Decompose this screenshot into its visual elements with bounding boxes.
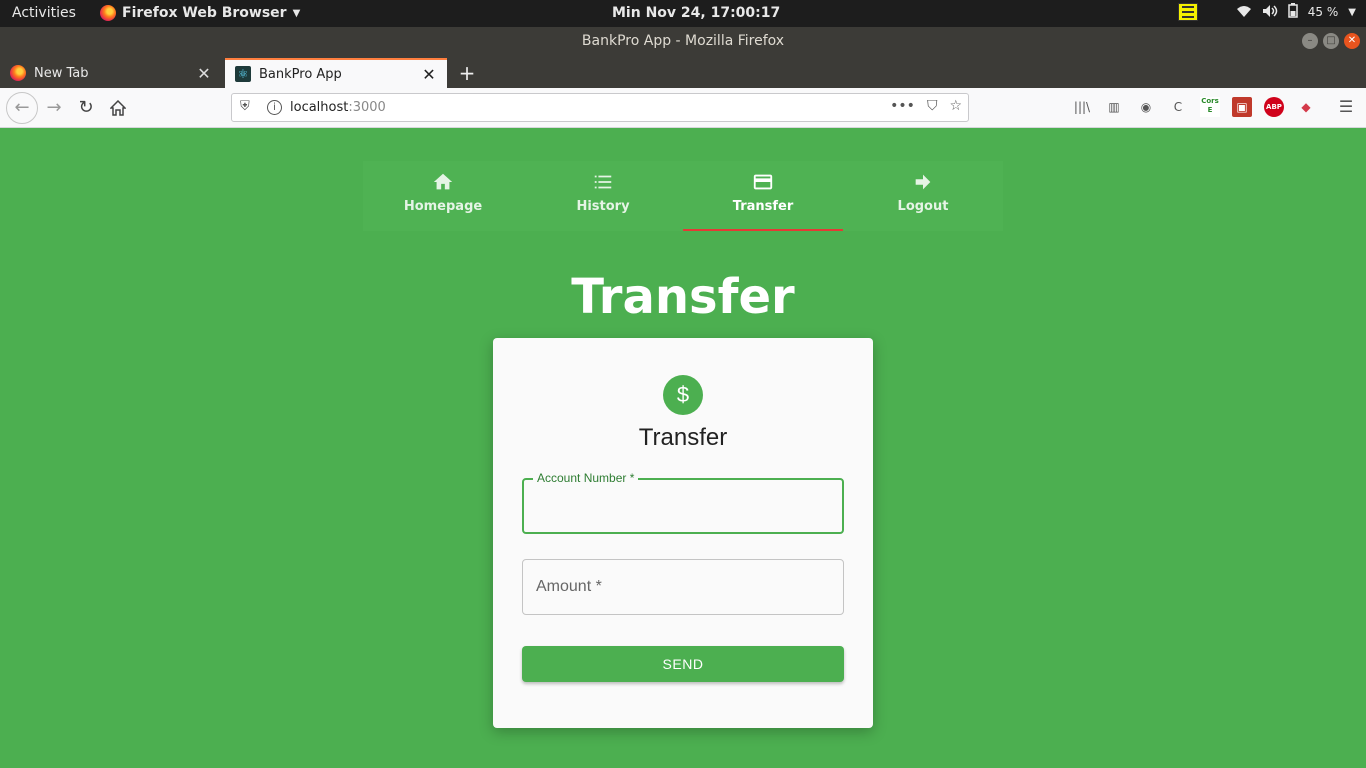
url-text[interactable]: localhost:3000: [290, 100, 386, 115]
system-top-bar: Activities Firefox Web Browser ▼ Min Nov…: [0, 0, 1366, 27]
account-icon[interactable]: ◉: [1136, 97, 1156, 117]
list-icon: [594, 175, 612, 189]
library-icon[interactable]: |||\: [1072, 97, 1092, 117]
reload-icon[interactable]: ↻: [74, 96, 98, 120]
window-title: BankPro App - Mozilla Firefox: [581, 33, 785, 49]
browser-toolbar: ← → ↻ ⛨ i localhost:3000 ••• ⛉ ☆ |||\ ▥ …: [0, 88, 1366, 128]
nav-item-transfer[interactable]: Transfer: [683, 161, 843, 231]
pocket-icon[interactable]: ⛉: [927, 98, 938, 114]
nav-item-logout[interactable]: Logout: [843, 161, 1003, 231]
eraser-icon[interactable]: ◆: [1296, 97, 1316, 117]
more-actions-icon[interactable]: •••: [890, 98, 915, 114]
back-arrow-icon[interactable]: ←: [6, 92, 38, 124]
url-bar[interactable]: ⛨ i localhost:3000 ••• ⛉ ☆: [231, 93, 969, 122]
transfer-form-card: $ Transfer Account Number * Amount * SEN…: [493, 338, 873, 728]
nav-item-label: Homepage: [403, 199, 483, 214]
amount-field[interactable]: Amount *: [522, 559, 844, 615]
page-title: Transfer: [571, 269, 795, 325]
app-menu-label: Firefox Web Browser: [122, 5, 287, 21]
sidebar-icon[interactable]: ▥: [1104, 97, 1124, 117]
send-button[interactable]: SEND: [522, 646, 844, 682]
adblock-icon[interactable]: ABP: [1264, 97, 1284, 117]
volume-icon: [1262, 4, 1278, 21]
minimize-icon[interactable]: –: [1302, 33, 1318, 49]
site-info-icon[interactable]: i: [267, 100, 282, 115]
hamburger-menu-icon[interactable]: ☰: [1336, 97, 1356, 117]
page-content: Homepage History Transfer Logout Transfe…: [0, 129, 1366, 768]
tracking-shield-icon[interactable]: ⛨: [240, 99, 250, 114]
battery-percent: 45 %: [1307, 5, 1339, 19]
credit-card-icon: [753, 174, 773, 190]
new-tab-icon[interactable]: +: [455, 61, 479, 85]
nav-item-label: Logout: [897, 199, 949, 214]
clock[interactable]: Min Nov 24, 17:00:17: [612, 5, 780, 21]
dollar-icon: $: [663, 375, 703, 415]
tab-strip: New Tab ✕ ⚛ BankPro App ✕ +: [0, 55, 1366, 88]
form-title: Transfer: [638, 424, 728, 451]
chevron-down-icon: ▼: [292, 7, 301, 19]
nav-item-label: Transfer: [732, 199, 794, 214]
notes-icon[interactable]: [1177, 3, 1198, 21]
system-tray[interactable]: 45 % ▼: [1177, 3, 1356, 21]
tab-bankpro[interactable]: ⚛ BankPro App ✕: [225, 58, 447, 88]
forward-arrow-icon[interactable]: →: [42, 96, 66, 120]
react-icon: ⚛: [235, 66, 251, 82]
home-icon[interactable]: [106, 96, 130, 120]
app-menu[interactable]: Firefox Web Browser ▼: [100, 5, 300, 21]
arrow-right-icon: [915, 174, 931, 190]
maximize-icon[interactable]: □: [1323, 33, 1339, 49]
chevron-down-icon: ▼: [1348, 6, 1356, 18]
close-tab-icon[interactable]: ✕: [196, 64, 212, 83]
extension-c-icon[interactable]: C: [1168, 97, 1188, 117]
nav-item-label: History: [576, 199, 630, 214]
amount-input[interactable]: [523, 560, 843, 614]
close-window-icon[interactable]: ✕: [1344, 33, 1360, 49]
firefox-icon: [10, 65, 26, 81]
activities-button[interactable]: Activities: [12, 5, 76, 21]
app-nav: Homepage History Transfer Logout: [363, 161, 1003, 231]
account-number-field[interactable]: Account Number *: [522, 471, 844, 534]
home-icon: [433, 173, 453, 190]
extension-red-icon[interactable]: ▣: [1232, 97, 1252, 117]
tab-label: BankPro App: [259, 66, 342, 82]
battery-icon: [1288, 3, 1298, 21]
tab-label: New Tab: [34, 65, 89, 81]
tab-new-tab[interactable]: New Tab ✕: [0, 58, 222, 88]
cors-extension-icon[interactable]: Cors E: [1200, 97, 1220, 117]
bookmark-star-icon[interactable]: ☆: [949, 98, 962, 114]
account-number-input[interactable]: [524, 480, 842, 532]
nav-item-homepage[interactable]: Homepage: [363, 161, 523, 231]
firefox-icon: [100, 5, 116, 21]
wifi-icon: [1236, 4, 1252, 21]
window-title-bar: BankPro App - Mozilla Firefox – □ ✕: [0, 27, 1366, 55]
nav-item-history[interactable]: History: [523, 161, 683, 231]
close-tab-icon[interactable]: ✕: [421, 65, 437, 84]
